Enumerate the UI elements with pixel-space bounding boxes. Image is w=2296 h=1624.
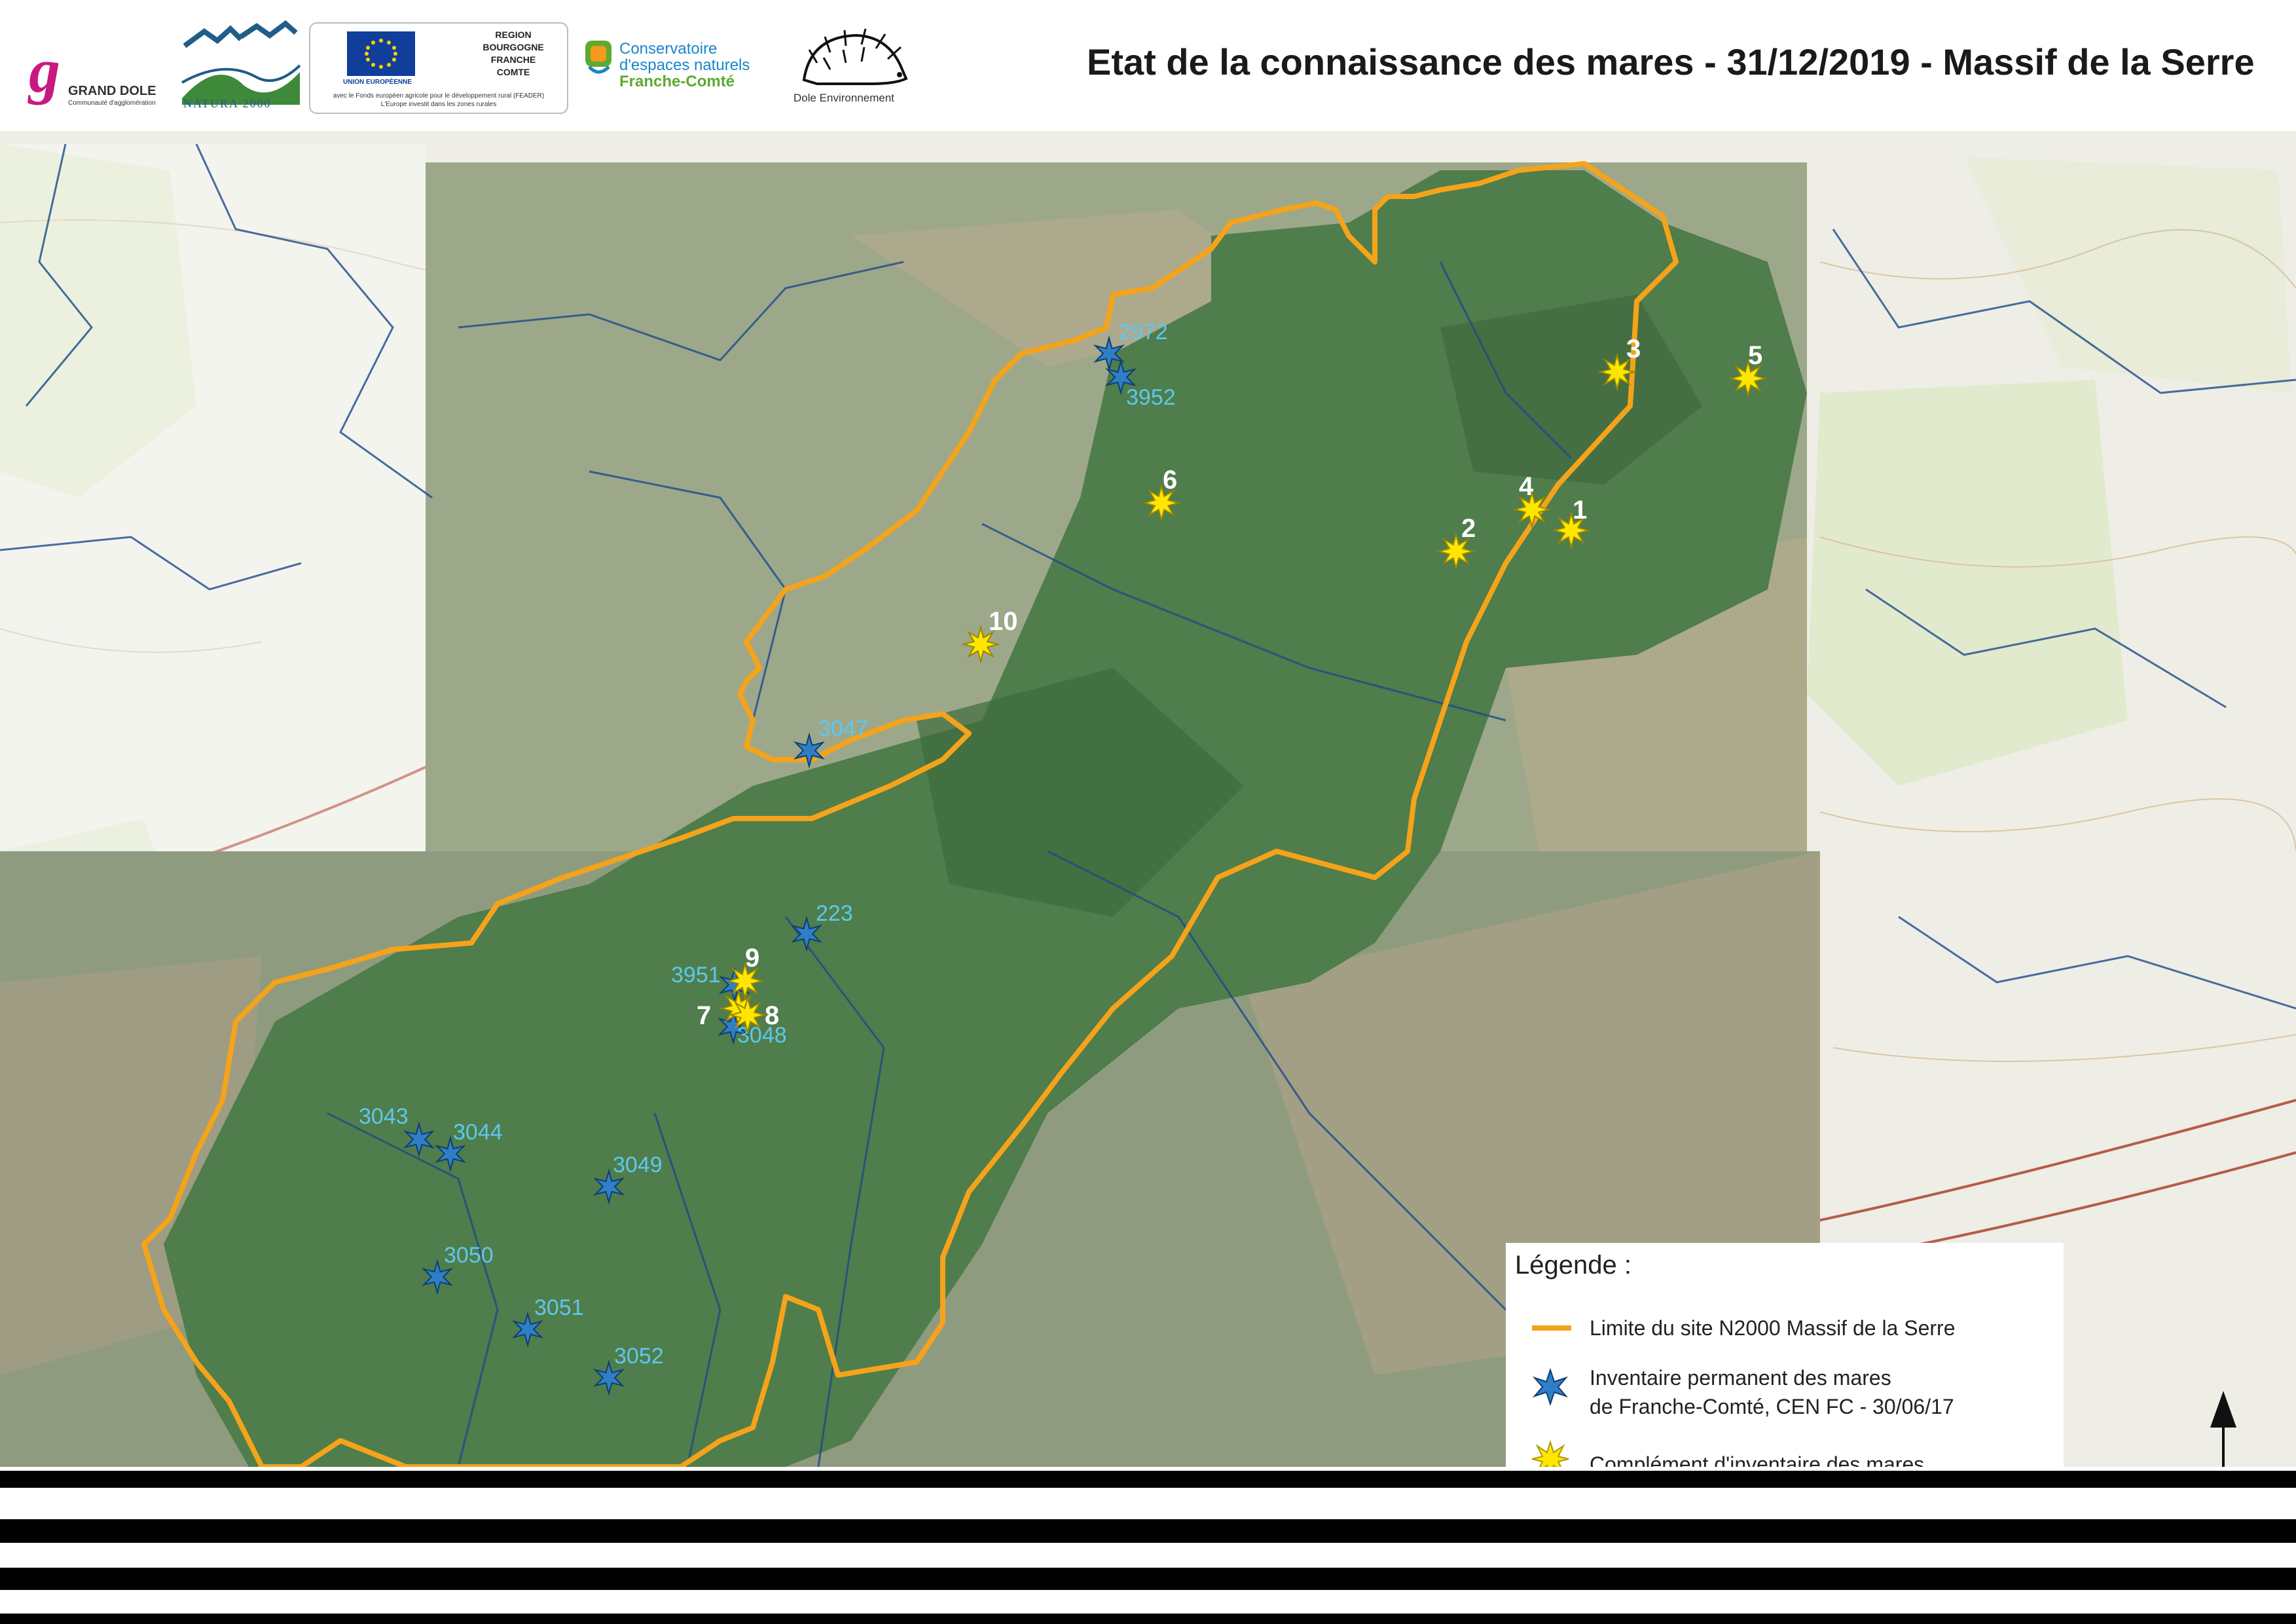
north-arrow-icon (2210, 1391, 2236, 1467)
complement-pond-label: 9 (745, 944, 759, 972)
natura-2000-logo: NATURA 2000 (178, 20, 302, 111)
legend-panel: Légende : Limite du site N2000 Massif de… (1506, 1243, 2064, 1467)
legend-permanent-label: Inventaire permanent des mares de Franch… (1590, 1366, 1954, 1418)
eu-region-logo-box: UNION EUROPÉENNE REGION BOURGOGNE FRANCH… (309, 22, 568, 114)
permanent-pond-label: 3049 (613, 1153, 663, 1177)
permanent-pond-label: 3043 (359, 1104, 409, 1129)
legend-permanent-star-icon (1532, 1367, 1569, 1407)
eu-union-label: UNION EUROPÉENNE (343, 79, 412, 86)
cen-leaf-icon (585, 41, 611, 74)
region-label: REGION BOURGOGNE FRANCHE COMTE (483, 29, 544, 77)
complement-pond-label: 6 (1163, 466, 1177, 494)
legend-boundary-swatch (1532, 1325, 1571, 1331)
complement-pond-label: 7 (697, 1001, 711, 1030)
permanent-pond-label: 3952 (1126, 385, 1176, 410)
legend-complement-label: Complément d'inventaire des mares (1590, 1452, 1925, 1467)
grand-dole-name: GRAND DOLE (68, 84, 156, 98)
dole-environnement-logo: Dole Environnement (791, 24, 915, 109)
complement-pond-label: 4 (1519, 472, 1534, 501)
permanent-pond-label: 3047 (818, 716, 868, 741)
permanent-pond-label: 2972 (1118, 320, 1168, 344)
legend-complement-star-icon (1531, 1439, 1569, 1467)
grand-dole-mark: g (29, 35, 60, 105)
grand-dole-logo: g GRAND DOLE Communauté d'agglomération (26, 35, 177, 113)
permanent-pond-label: 3044 (453, 1120, 503, 1145)
complement-pond-label: 2 (1461, 514, 1476, 543)
complement-pond-label: 3 (1626, 335, 1641, 363)
eu-flag-icon (347, 31, 415, 76)
complement-pond-label: 5 (1748, 341, 1762, 370)
legend-boundary-label: Limite du site N2000 Massif de la Serre (1590, 1316, 1956, 1340)
complement-pond-marker[interactable] (728, 995, 767, 1035)
scan-stripe-band (0, 1467, 2296, 1624)
feader-text: avec le Fonds européen agricole pour le … (333, 92, 545, 108)
hedgehog-icon (802, 28, 908, 85)
permanent-pond-label: 223 (816, 901, 853, 926)
map-title: Etat de la connaissance des mares - 31/1… (1087, 41, 2255, 83)
natura-label: NATURA 2000 (183, 97, 272, 110)
map-fade-overlay (0, 144, 426, 851)
map-header: g GRAND DOLE Communauté d'agglomération … (0, 0, 2296, 131)
grand-dole-subtitle: Communauté d'agglomération (68, 100, 156, 107)
cen-text: Conservatoire d'espaces naturels Franche… (619, 40, 750, 90)
complement-pond-label: 1 (1573, 496, 1587, 525)
complement-pond-label: 8 (765, 1001, 779, 1030)
permanent-pond-label: 3051 (534, 1295, 584, 1320)
dole-environnement-label: Dole Environnement (793, 92, 895, 104)
cen-logo: Conservatoire d'espaces naturels Franche… (581, 37, 778, 102)
complement-pond-label: 10 (989, 607, 1018, 636)
permanent-pond-label: 3052 (614, 1344, 664, 1369)
permanent-pond-label: 3050 (444, 1243, 494, 1268)
legend-title: Légende : (1515, 1251, 1631, 1280)
permanent-pond-label: 3951 (671, 963, 721, 987)
permanent-pond-label: 3048 (737, 1023, 787, 1048)
